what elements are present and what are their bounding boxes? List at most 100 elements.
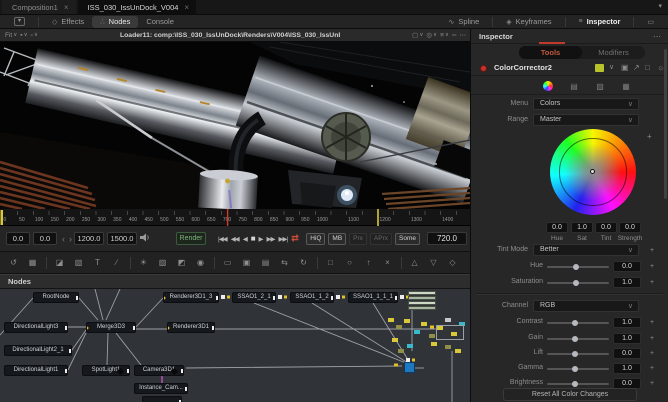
menubar-console-button[interactable]: Console	[138, 16, 182, 28]
slider-knob[interactable]	[571, 366, 578, 372]
tool-icon[interactable]: ▭	[220, 256, 235, 270]
viewer-icon[interactable]: ▢ ∨	[412, 31, 423, 39]
slider-track[interactable]	[547, 336, 609, 342]
color-wheel-cursor[interactable]	[589, 168, 595, 174]
menubar-panel-toggle-button[interactable]: ▾	[6, 16, 33, 28]
toggle-some[interactable]: Some	[395, 232, 420, 245]
color-wheel[interactable]	[550, 129, 636, 215]
node-tile[interactable]: Merge3D3	[86, 322, 136, 333]
slider-value-field[interactable]: 1.0	[613, 277, 641, 288]
lock-icon[interactable]: □	[645, 63, 650, 72]
composition-tab[interactable]: ISS_030_IssUnDock_V004 ×	[77, 0, 197, 14]
tool-icon[interactable]: T	[90, 256, 105, 270]
value-sat[interactable]: 1.0	[571, 222, 593, 233]
output-port[interactable]	[273, 296, 275, 300]
global-end-field[interactable]: 1500.0	[107, 232, 137, 245]
viewer-icon[interactable]: ◎ ∨	[426, 31, 437, 39]
keyframe-icon[interactable]: +	[650, 319, 654, 326]
output-port[interactable]	[133, 326, 135, 330]
output-port[interactable]	[127, 369, 129, 373]
node-tile[interactable]: DirectionalLight3	[4, 322, 68, 333]
node-glyph-icon[interactable]	[170, 367, 179, 375]
mini-node[interactable]	[445, 345, 451, 349]
node-tile[interactable]: SpotLight1	[82, 365, 130, 376]
menu-dropdown[interactable]: Colors ∨	[533, 98, 639, 110]
keyframe-icon[interactable]: +	[650, 380, 654, 387]
node-tile[interactable]: DirectionalLight2_1	[4, 345, 72, 356]
node-tile[interactable]: SSAO1_1_1_1	[348, 292, 398, 303]
toggle-prx[interactable]: Prx	[349, 232, 367, 245]
toggle-hiq[interactable]: HiQ	[306, 232, 326, 245]
section-tab-brush[interactable]: ▨	[591, 81, 609, 93]
menubar-monitor-button[interactable]: ▭	[639, 16, 662, 28]
keyframe-icon[interactable]: +	[650, 247, 654, 254]
menubar-spline-button[interactable]: ∿ Spline	[441, 16, 488, 28]
audio-speaker-icon[interactable]	[140, 233, 150, 244]
copy-icon[interactable]: ▣	[621, 63, 629, 72]
collapsed-node-row[interactable]	[408, 296, 436, 300]
viewer-icon[interactable]: ▫ ∨	[31, 32, 38, 39]
output-port[interactable]	[212, 326, 214, 330]
tab-tools[interactable]: Tools	[519, 46, 582, 59]
tool-icon[interactable]: ▦	[25, 256, 40, 270]
node-tile[interactable]: Renderer3D1	[167, 322, 215, 333]
tool-icon[interactable]: ↻	[296, 256, 311, 270]
output-port[interactable]	[395, 296, 397, 300]
input-port[interactable]	[164, 295, 166, 301]
global-start-field[interactable]: 0.0	[6, 232, 30, 245]
node-tile[interactable]: Instance_Cam...	[134, 383, 188, 394]
mini-node[interactable]	[404, 319, 410, 323]
step-back-icon[interactable]: ‹	[62, 234, 65, 244]
keyframe-icon[interactable]: +	[650, 263, 654, 270]
close-icon[interactable]: ×	[184, 3, 189, 12]
tool-icon[interactable]: ↺	[6, 256, 21, 270]
tool-icon[interactable]: ☀	[136, 256, 151, 270]
node-graph-canvas[interactable]: RootNode Renderer3D1_3 SSAO1_2_1 SSAO1_1_2 S…	[0, 289, 470, 402]
value-tint[interactable]: 0.0	[595, 222, 617, 233]
tool-icon[interactable]: ∕	[109, 256, 124, 270]
tint-mode-dropdown[interactable]: Better ∨	[533, 244, 639, 256]
node-tile[interactable]: Renderer3D1_3	[163, 292, 219, 303]
node-tile-selected[interactable]	[404, 362, 415, 373]
slider-knob[interactable]	[571, 381, 578, 387]
loop-button[interactable]: ⇄	[291, 233, 299, 244]
tool-icon[interactable]: △	[407, 256, 422, 270]
tool-icon[interactable]: ▤	[258, 256, 273, 270]
node-tile[interactable]: SSAO1_1_2	[290, 292, 334, 303]
node-tile[interactable]: SSAO1_2_1	[232, 292, 276, 303]
collapsed-node-row[interactable]	[408, 291, 436, 295]
slider-value-field[interactable]: 1.0	[613, 333, 641, 344]
slider-track[interactable]	[547, 264, 609, 270]
node-tile[interactable]: DirectionalLight1	[4, 365, 68, 376]
reset-all-color-changes-button[interactable]: Reset All Color Changes	[503, 388, 637, 401]
slider-track[interactable]	[547, 351, 609, 357]
render-end-field[interactable]: 1200.0	[74, 232, 104, 245]
output-port[interactable]	[76, 296, 78, 300]
menubar-keyframes-button[interactable]: ◈ Keyframes	[498, 16, 559, 28]
mini-node[interactable]	[431, 342, 437, 346]
output-port[interactable]	[331, 296, 333, 300]
nodes-panel-header[interactable]: Nodes	[0, 274, 470, 289]
mini-node[interactable]	[388, 318, 394, 322]
tool-icon[interactable]: ▽	[426, 256, 441, 270]
go-first-button[interactable]: |◀◀	[218, 235, 228, 243]
viewer-fit-control[interactable]: Fit ∨	[5, 32, 17, 39]
step-forward-icon[interactable]: ›	[69, 234, 72, 244]
inspector-scrollbar[interactable]	[664, 49, 667, 199]
channel-dropdown[interactable]: RGB ∨	[533, 300, 639, 312]
tab-modifiers[interactable]: Modifiers	[582, 46, 645, 59]
tool-icon[interactable]: ◪	[52, 256, 67, 270]
tool-icon[interactable]: ◉	[193, 256, 208, 270]
tool-icon[interactable]: ◇	[445, 256, 460, 270]
collapsed-node-row[interactable]	[408, 306, 436, 310]
node-tile[interactable]	[142, 396, 182, 402]
section-tab-color-wheel[interactable]	[539, 81, 557, 93]
keyframe-icon[interactable]: +	[650, 350, 654, 357]
value-hue[interactable]: 0.0	[546, 222, 568, 233]
current-frame-field[interactable]: 720.0	[427, 232, 467, 245]
slider-track[interactable]	[547, 280, 609, 286]
toggle-aprx[interactable]: APrx	[369, 232, 393, 245]
color-wheel-keyframe-icon[interactable]: +	[647, 132, 652, 141]
menubar-inspector-button[interactable]: ≡ Inspector	[571, 16, 629, 28]
keyframe-icon[interactable]: +	[650, 279, 654, 286]
